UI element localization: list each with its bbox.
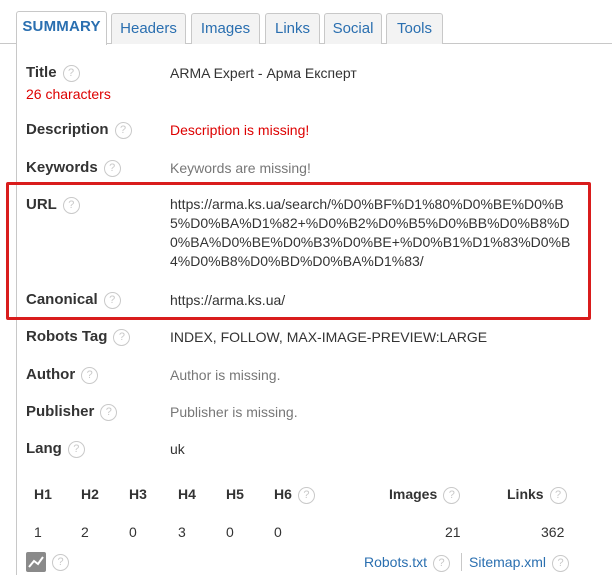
- tab-social[interactable]: Social: [324, 13, 382, 44]
- title-label: Title?: [26, 64, 80, 82]
- help-icon[interactable]: ?: [549, 486, 567, 504]
- h2-count: 2: [81, 524, 89, 540]
- description-value: Description is missing!: [170, 122, 310, 138]
- title-value: ARMA Expert - Арма Експерт: [170, 65, 357, 81]
- lang-label: Lang?: [26, 440, 85, 458]
- help-icon[interactable]: ?: [62, 64, 80, 82]
- url-label: URL?: [26, 196, 80, 214]
- help-icon[interactable]: ?: [81, 366, 99, 384]
- divider: [461, 553, 462, 571]
- h3-header: H3: [129, 486, 147, 502]
- canonical-value: https://arma.ks.ua/: [170, 292, 286, 308]
- h6-header: H6?: [274, 486, 315, 504]
- h5-header: H5: [226, 486, 244, 502]
- h4-count: 3: [178, 524, 186, 540]
- keywords-value: Keywords are missing!: [170, 160, 311, 176]
- help-icon[interactable]: ?: [103, 291, 121, 309]
- images-count: 21: [445, 524, 461, 540]
- h2-header: H2: [81, 486, 99, 502]
- publisher-label: Publisher?: [26, 403, 118, 421]
- keywords-label: Keywords?: [26, 159, 121, 177]
- sitemap-xml-link[interactable]: Sitemap.xml?: [469, 554, 570, 572]
- help-icon[interactable]: ?: [114, 121, 132, 139]
- h4-header: H4: [178, 486, 196, 502]
- links-count: 362: [541, 524, 565, 540]
- tab-images[interactable]: Images: [191, 13, 260, 44]
- lang-value: uk: [170, 441, 185, 457]
- help-icon[interactable]: ?: [62, 196, 80, 214]
- tab-bar: SUMMARY Headers Images Links Social Tool…: [0, 0, 612, 45]
- help-icon[interactable]: ?: [67, 440, 85, 458]
- h3-count: 0: [129, 524, 137, 540]
- tab-summary[interactable]: SUMMARY: [16, 11, 107, 45]
- help-icon[interactable]: ?: [443, 486, 461, 504]
- help-icon[interactable]: ?: [297, 486, 315, 504]
- links-header: Links?: [507, 486, 567, 504]
- tab-tools[interactable]: Tools: [386, 13, 443, 44]
- author-value: Author is missing.: [170, 367, 281, 383]
- tab-headers[interactable]: Headers: [111, 13, 186, 44]
- images-header: Images?: [389, 486, 461, 504]
- help-icon[interactable]: ?: [113, 328, 131, 346]
- publisher-value: Publisher is missing.: [170, 404, 298, 420]
- robots-tag-value: INDEX, FOLLOW, MAX-IMAGE-PREVIEW:LARGE: [170, 329, 488, 345]
- help-icon[interactable]: ?: [100, 403, 118, 421]
- tab-links[interactable]: Links: [265, 13, 320, 44]
- help-icon[interactable]: ?: [433, 554, 451, 572]
- h1-header: H1: [34, 486, 52, 502]
- title-character-count: 26 characters: [26, 86, 111, 102]
- h6-count: 0: [274, 524, 282, 540]
- chart-icon[interactable]: [26, 552, 46, 572]
- canonical-label: Canonical?: [26, 291, 121, 309]
- help-icon[interactable]: ?: [103, 159, 121, 177]
- h5-count: 0: [226, 524, 234, 540]
- author-label: Author?: [26, 366, 99, 384]
- help-icon[interactable]: ?: [52, 554, 69, 571]
- h1-count: 1: [34, 524, 42, 540]
- help-icon[interactable]: ?: [552, 554, 570, 572]
- robots-tag-label: Robots Tag?: [26, 328, 131, 346]
- robots-txt-link[interactable]: Robots.txt?: [364, 554, 451, 572]
- url-value: https://arma.ks.ua/search/%D0%BF%D1%80%D…: [170, 196, 571, 269]
- description-label: Description?: [26, 121, 132, 139]
